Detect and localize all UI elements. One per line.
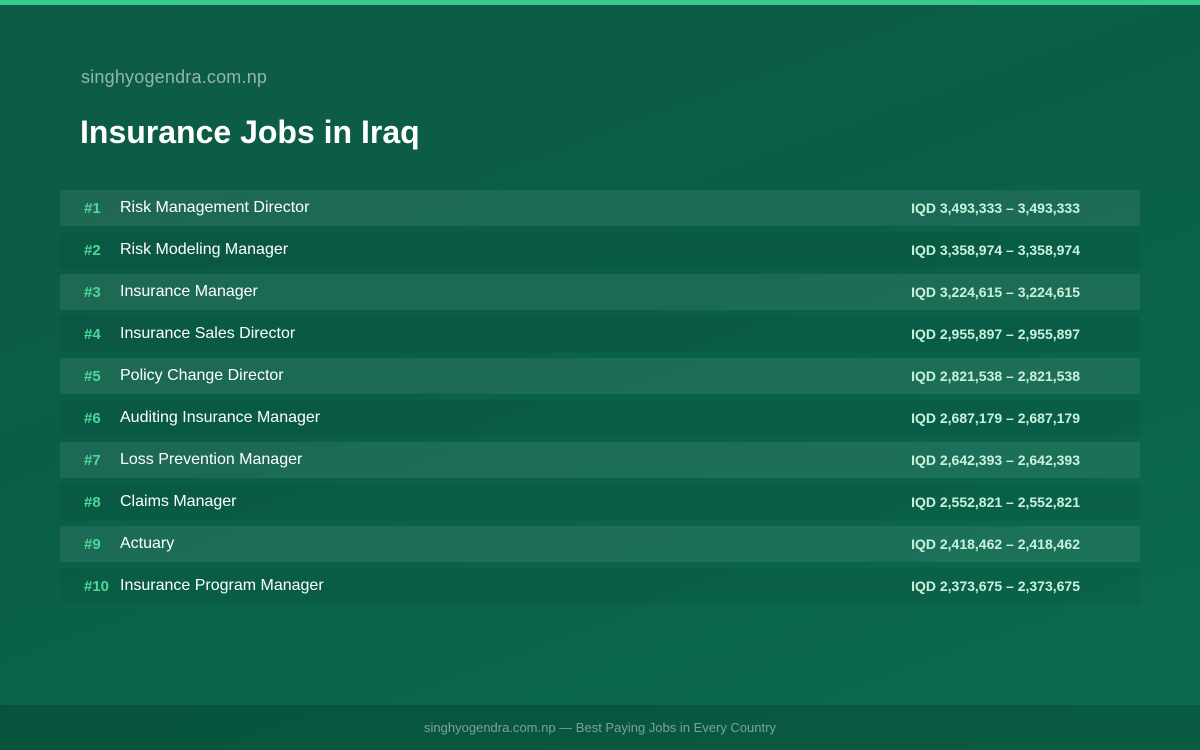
job-title: Loss Prevention Manager [120,451,303,468]
job-row: #9 Actuary IQD 2,418,462 – 2,418,462 [60,526,1140,562]
job-rank: #6 [84,409,101,427]
job-row: #8 Claims Manager IQD 2,552,821 – 2,552,… [60,484,1140,520]
footer-text: singhyogendra.com.np — Best Paying Jobs … [424,720,776,735]
job-salary: IQD 2,821,538 – 2,821,538 [911,368,1080,384]
job-title: Risk Management Director [120,199,310,216]
job-rank: #7 [84,451,101,469]
job-salary: IQD 3,224,615 – 3,224,615 [911,284,1080,300]
job-salary: IQD 3,493,333 – 3,493,333 [911,200,1080,216]
job-salary: IQD 2,552,821 – 2,552,821 [911,494,1080,510]
job-rank: #9 [84,535,101,553]
job-row: #7 Loss Prevention Manager IQD 2,642,393… [60,442,1140,478]
job-title: Actuary [120,535,175,552]
job-salary: IQD 2,642,393 – 2,642,393 [911,452,1080,468]
job-row: #4 Insurance Sales Director IQD 2,955,89… [60,316,1140,352]
page-title: Insurance Jobs in Iraq [80,114,420,150]
job-salary: IQD 2,418,462 – 2,418,462 [911,536,1080,552]
job-rank: #8 [84,493,101,511]
job-rank: #2 [84,241,101,259]
site-name: singhyogendra.com.np [81,67,268,87]
job-rank: #5 [84,367,101,385]
job-rank: #1 [84,199,101,217]
job-title: Insurance Program Manager [120,577,324,594]
top-accent-bar [0,0,1200,5]
job-row: #3 Insurance Manager IQD 3,224,615 – 3,2… [60,274,1140,310]
job-row: #10 Insurance Program Manager IQD 2,373,… [60,568,1140,604]
job-row: #5 Policy Change Director IQD 2,821,538 … [60,358,1140,394]
job-title: Policy Change Director [120,367,284,384]
footer: singhyogendra.com.np — Best Paying Jobs … [0,705,1200,750]
job-salary: IQD 2,955,897 – 2,955,897 [911,326,1080,342]
job-rank: #4 [84,325,101,343]
job-salary: IQD 2,687,179 – 2,687,179 [911,410,1080,426]
job-salary: IQD 3,358,974 – 3,358,974 [911,242,1080,258]
job-row: #6 Auditing Insurance Manager IQD 2,687,… [60,400,1140,436]
job-list: #1 Risk Management Director IQD 3,493,33… [60,190,1140,610]
job-title: Insurance Manager [120,283,258,300]
job-title: Auditing Insurance Manager [120,409,321,426]
job-title: Insurance Sales Director [120,325,296,342]
job-row: #1 Risk Management Director IQD 3,493,33… [60,190,1140,226]
job-rank: #3 [84,283,101,301]
job-title: Claims Manager [120,493,237,510]
job-title: Risk Modeling Manager [120,241,289,258]
job-row: #2 Risk Modeling Manager IQD 3,358,974 –… [60,232,1140,268]
job-rank: #10 [84,577,110,595]
job-salary: IQD 2,373,675 – 2,373,675 [911,578,1080,594]
